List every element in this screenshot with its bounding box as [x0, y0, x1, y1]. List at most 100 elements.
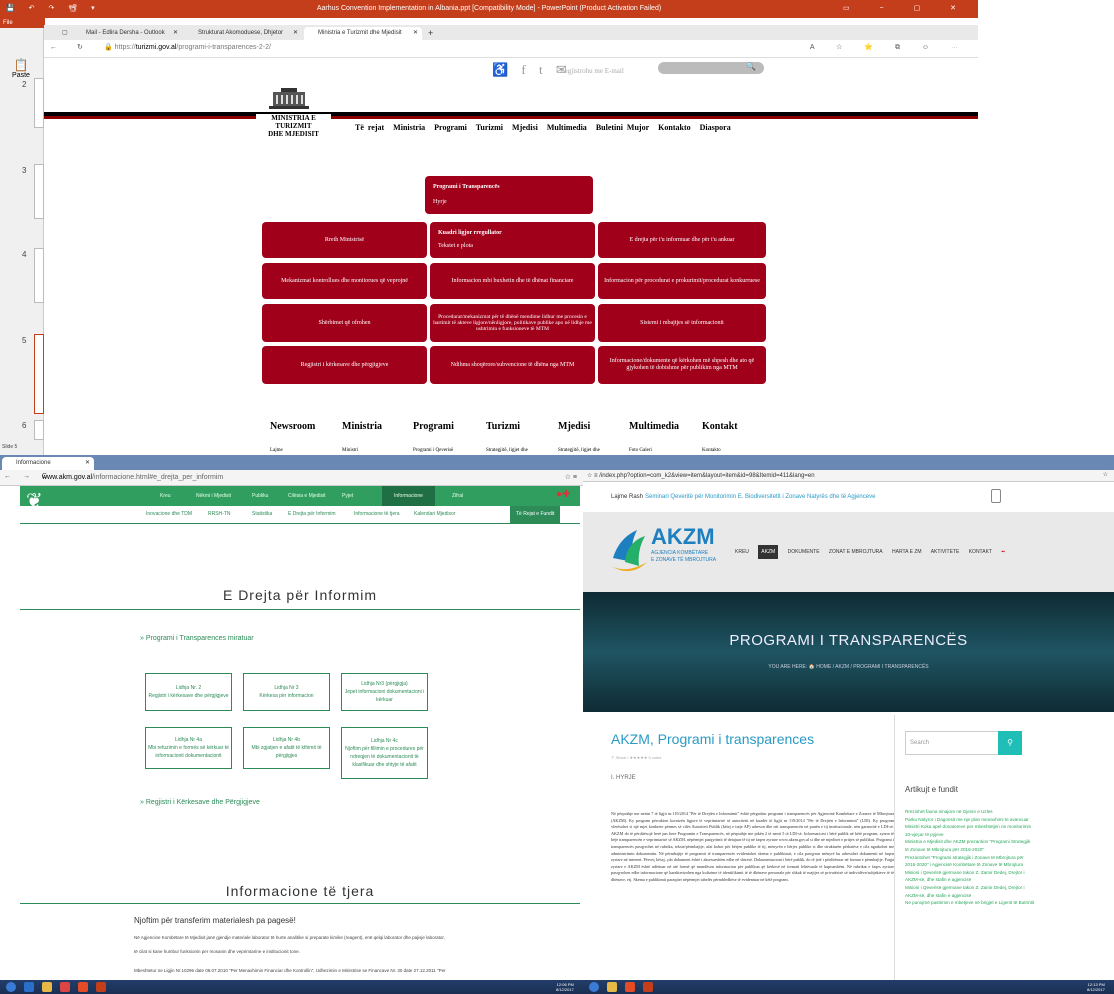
program-box[interactable]: Informacione/dokumente që kërkohen më sh…	[598, 346, 766, 384]
slide-thumbnail[interactable]	[34, 420, 44, 440]
requests-register-link[interactable]: » Regjistri i Kërkesave dhe Përgjigjeve	[140, 799, 260, 806]
footer-sub-item[interactable]: Kontakto	[702, 448, 721, 453]
menu-item[interactable]: KREU	[735, 549, 749, 555]
quick-access-toolbar[interactable]: 💾 ↶ ↷ 📽 ▾	[6, 0, 101, 18]
program-box[interactable]: Mekanizmat kontrollues dhe monitorues që…	[262, 263, 427, 299]
article-link[interactable]: Rreziohet fauna ninajore në Gjenin e Uzl…	[905, 808, 1035, 816]
close-icon[interactable]: ✕	[173, 27, 178, 40]
program-box[interactable]: Informacion për procedurat e prokurimit/…	[598, 263, 766, 299]
footer-nav-item[interactable]: Newsroom	[270, 421, 315, 432]
file-menu[interactable]: File	[0, 18, 45, 28]
start-button-icon[interactable]	[6, 982, 16, 992]
tab-strukturat[interactable]: Strukturat Akomoduese, Dhjetor ✕	[184, 27, 302, 40]
article-link[interactable]: Prezantohet "Programi strategjik i Zonav…	[905, 854, 1035, 869]
menu-item[interactable]: HARTA E ZM	[892, 549, 922, 555]
footer-nav-item[interactable]: Multimedia	[629, 421, 679, 432]
breadcrumb[interactable]: YOU ARE HERE: 🏠 HOME / AKZM / PROGRAMI I…	[583, 664, 1114, 670]
menu-item[interactable]: ZONAT E MBROJTURA	[829, 549, 883, 555]
nav-item[interactable]: Pyjet	[342, 493, 353, 499]
footer-sub-item[interactable]: Lajme	[270, 448, 283, 453]
menu-item[interactable]: Të rejat	[355, 123, 384, 132]
slide-thumbnail[interactable]	[34, 164, 44, 219]
chrome-icon[interactable]	[78, 982, 88, 992]
article-link[interactable]: Ministri Koka apel donatoreve per mbesht…	[905, 823, 1035, 838]
ticker-link[interactable]: Seminari Qeveritë për Monitorimin E. Bio…	[645, 494, 875, 500]
transparency-program-link[interactable]: » Programi i Transparences miratuar	[140, 635, 254, 642]
bookmark-star-icon[interactable]: ☆ ≡	[565, 473, 577, 481]
article-link[interactable]: Misioni i Qeverisë gjermane takon Z. Zam…	[905, 884, 1035, 899]
menu-item[interactable]: Ministria	[393, 123, 425, 132]
footer-nav-item[interactable]: Ministria	[342, 421, 382, 432]
footer-nav-item[interactable]: Kontakt	[702, 421, 738, 432]
new-tab-button[interactable]: +	[424, 27, 442, 40]
menu-item[interactable]: Programi	[434, 123, 467, 132]
address-bar[interactable]: 🔒 https://turizmi.gov.al/programi-i-tran…	[104, 43, 271, 51]
subnav-item[interactable]: Kalendari Mjedisor	[414, 511, 455, 517]
slide-thumbnail[interactable]	[34, 78, 44, 128]
article-link[interactable]: Ne punojmë pastrimin e mbetjeve në brigj…	[905, 899, 1035, 907]
menu-item-active[interactable]: AKZM	[758, 545, 779, 559]
subnav-item[interactable]: RRSH-TN	[208, 511, 231, 517]
bookmark-star-icon[interactable]: ☆	[1103, 471, 1108, 478]
menu-icon[interactable]: ☆ ≡	[587, 473, 599, 479]
article-link[interactable]: Parku Natyror i Dagonsit me nje plan men…	[905, 816, 1035, 824]
program-box[interactable]: E drejta për t'u informuar dhe për t'u a…	[598, 222, 766, 258]
footer-sub-item[interactable]: Programi i Qeverisë	[413, 448, 453, 453]
footer-sub-item[interactable]: Strategjitë, ligjet dhe	[558, 448, 600, 453]
tab-outlook[interactable]: Mail - Edlira Dersha - Outlook ✕	[72, 27, 182, 40]
program-box[interactable]: Shërbimet që ofrohen	[262, 304, 427, 342]
tab-actions-icon[interactable]: ▢	[48, 27, 68, 40]
nav-buttons[interactable]: ← ↻	[50, 43, 92, 51]
program-box[interactable]: Rreth Ministrisë	[262, 222, 427, 258]
article-link[interactable]: Misioni i Qeverisë gjermane takon Z. Zam…	[905, 869, 1035, 884]
article-meta[interactable]: ↱ Share / ★★★★★ 0 votes	[611, 755, 661, 760]
footer-nav-item[interactable]: Mjedisi	[558, 421, 590, 432]
menu-item[interactable]: Buletini Mujor	[596, 123, 649, 132]
search-icon[interactable]: 🔍	[746, 62, 756, 71]
program-box[interactable]: Sistemi i mbajtjes së informacionit	[598, 304, 766, 342]
program-box[interactable]: Ndihma shoqërore/subvencione të dhëna ng…	[430, 346, 595, 384]
menu-item[interactable]: Mjedisi	[512, 123, 538, 132]
powerpoint-icon[interactable]	[643, 982, 653, 992]
nav-item[interactable]: Cilësia e Mjedisit	[288, 493, 326, 499]
document-box[interactable]: Lidhja Nr 4c Njoftim për fillimin e proce…	[341, 727, 428, 779]
program-box[interactable]: Informacion mbi buxhetin dhe të dhënat f…	[430, 263, 595, 299]
footer-sub-item[interactable]: Strategjitë, ligjet dhe	[486, 448, 528, 453]
slide-thumbnail-selected[interactable]	[34, 334, 44, 414]
nav-item[interactable]: Zifral	[452, 493, 463, 499]
flag-icon[interactable]: ●✚	[556, 489, 570, 500]
tab-informacione[interactable]: Informacione ✕	[2, 457, 94, 470]
nav-item[interactable]: Publiku	[252, 493, 268, 499]
document-box[interactable]: Lidhja Nr. 2 Regjistri i kërkesave dhe pë…	[145, 673, 232, 711]
footer-sub-item[interactable]: Ministri	[342, 448, 358, 453]
close-icon[interactable]: ✕	[293, 27, 298, 40]
document-box[interactable]: Lidhja Nr 4b Mbi zgjatjen e afatit të kth…	[243, 727, 330, 769]
folder-icon[interactable]	[42, 982, 52, 992]
menu-item[interactable]: Turizmi	[476, 123, 503, 132]
start-button-icon[interactable]	[589, 982, 599, 992]
program-box[interactable]: Kuadri ligjor rregullator Tekstet e plot…	[430, 222, 595, 258]
search-input[interactable]: Search	[905, 731, 1000, 755]
document-box[interactable]: Lidhja Nr 3 Kërkesa për informacion	[243, 673, 330, 711]
ie-icon[interactable]	[24, 982, 34, 992]
menu-item[interactable]: Diaspora	[700, 123, 731, 132]
program-box[interactable]: Procedurat/mekanizmat për të dhënë mendi…	[430, 304, 595, 342]
subnav-item[interactable]: Inovacione dhe TDM	[146, 511, 192, 517]
menu-item[interactable]: AKTIVITETE	[931, 549, 960, 555]
window-controls[interactable]: ▭ − ▢ ✕	[843, 0, 970, 18]
browser-toolbar-icons[interactable]: A ☆ ⭐ ⧉ ☺ ⋯	[810, 43, 968, 52]
media-icon[interactable]	[60, 982, 70, 992]
subnav-item[interactable]: E Drejta për Informim	[288, 511, 336, 517]
slide-thumbnail[interactable]	[34, 248, 44, 303]
footer-nav-item[interactable]: Programi	[413, 421, 454, 432]
address-bar[interactable]: www.akm.gov.al/informacione.html#e_drejt…	[42, 474, 223, 481]
chrome-icon[interactable]	[625, 982, 635, 992]
menu-item[interactable]: DOKUMENTE	[788, 549, 820, 555]
nav-item[interactable]: Kreu	[160, 493, 171, 499]
menu-item[interactable]: Multimedia	[547, 123, 587, 132]
article-link[interactable]: Ministria e Mjedisit dhe AKZM prezantion…	[905, 838, 1035, 853]
tab-ministria[interactable]: Ministria e Turizmit dhe Mjedisit ✕	[304, 27, 422, 40]
site-search-input[interactable]: 🔍	[658, 62, 764, 74]
flag-icon[interactable]: ▪▪	[1001, 549, 1005, 555]
subnav-item[interactable]: Informacione të tjera	[354, 511, 400, 517]
